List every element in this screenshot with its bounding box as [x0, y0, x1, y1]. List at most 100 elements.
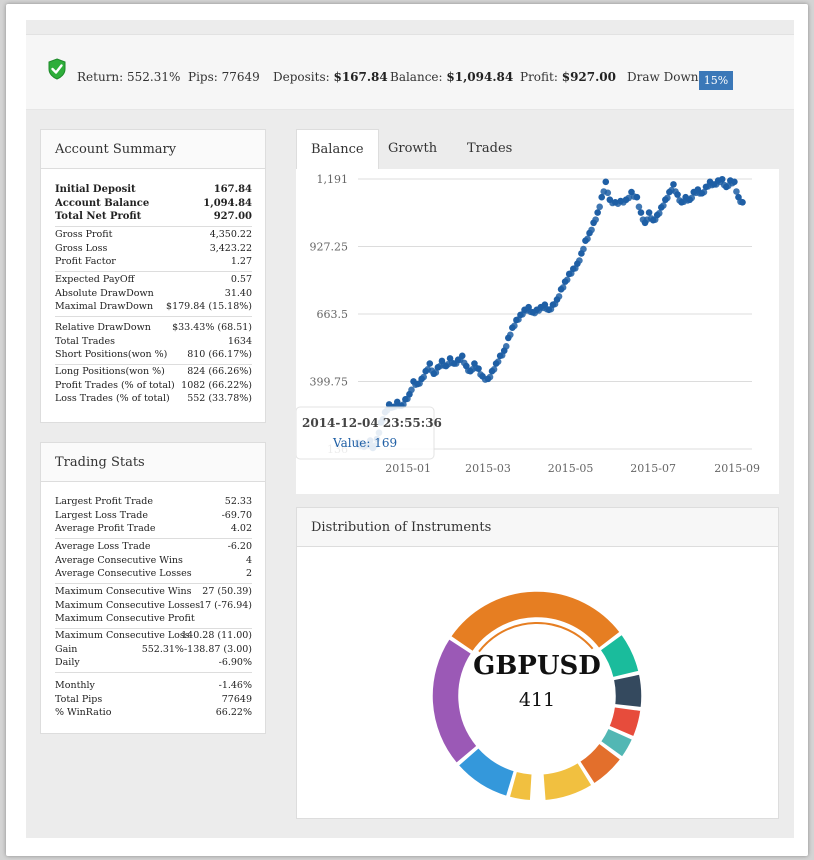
stat-value: -6.90% — [218, 657, 252, 668]
row-divider — [55, 270, 252, 272]
data-point — [739, 198, 746, 206]
donut-slice[interactable] — [539, 773, 544, 802]
stat-value: 31.40 — [224, 287, 252, 299]
row-divider — [55, 225, 252, 227]
data-point — [594, 209, 601, 216]
stat-label: Initial Deposit — [55, 184, 136, 195]
stat-label: Total Pips — [55, 693, 103, 705]
y-tick-label: 399.75 — [310, 376, 349, 389]
data-point — [670, 181, 677, 188]
stat-label: Absolute DrawDown — [55, 287, 154, 299]
return-stat: Return: 552.31% — [77, 70, 180, 84]
chart-tabs: Balance Growth Trades — [296, 129, 779, 169]
stat-row: Account Balance 1,094.84 — [55, 197, 252, 210]
data-point — [655, 209, 663, 217]
stat-value: 4 — [245, 554, 252, 566]
stat-row: Maximum Consecutive Losses 17 (-76.94) — [55, 599, 252, 612]
stat-value: 552 (33.78%) — [187, 393, 252, 404]
tab-balance[interactable]: Balance — [296, 129, 379, 169]
row-divider — [55, 671, 252, 673]
stat-value: 824 (66.26%) — [187, 366, 252, 377]
drawdown-badge: 15% — [699, 71, 733, 90]
data-point — [584, 235, 591, 243]
stat-label: Average Consecutive Losses — [55, 568, 192, 579]
stat-label: Maximum Consecutive Losses — [55, 599, 201, 611]
stat-row: Gain 552.31%-138.87 (3.00) — [55, 643, 252, 656]
x-tick-label: 2015-03 — [465, 462, 511, 475]
stat-row: Maximal DrawDown $179.84 (15.18%) — [55, 300, 252, 313]
profit-value: $927.00 — [561, 70, 617, 84]
x-tick-label: 2015-05 — [548, 462, 594, 475]
stat-value: 52.33 — [224, 496, 252, 507]
data-point — [486, 373, 494, 381]
stat-row: Initial Deposit 167.84 — [55, 183, 252, 196]
donut-center-value: 411 — [518, 689, 556, 711]
donut-slice[interactable] — [449, 590, 622, 653]
data-point — [507, 331, 514, 339]
donut-slice[interactable] — [535, 773, 538, 802]
stat-label: % WinRatio — [55, 707, 112, 718]
stat-value: 927.00 — [213, 211, 252, 222]
stat-value: 167.84 — [213, 184, 252, 195]
stat-label: Relative DrawDown — [55, 322, 151, 333]
stat-label: Gross Loss — [55, 242, 108, 254]
row-divider — [55, 537, 252, 539]
stat-row: Absolute DrawDown 31.40 — [55, 287, 252, 300]
data-point — [490, 366, 498, 373]
data-point — [633, 193, 641, 201]
stat-value: -6.20 — [227, 541, 252, 552]
profit-label: Profit: — [520, 70, 558, 84]
data-point — [602, 178, 610, 186]
stat-value: 1.27 — [230, 256, 252, 267]
stat-row: Largest Profit Trade 52.33 — [55, 495, 252, 508]
tooltip-value: Value: 169 — [332, 436, 397, 450]
stat-label: Maximum Consecutive Profit — [55, 613, 195, 624]
deposits-value: $167.84 — [333, 70, 388, 84]
stat-value: 4,350.22 — [209, 229, 252, 240]
tab-trades[interactable]: Trades — [453, 129, 526, 169]
stat-value: 1634 — [227, 335, 252, 347]
stat-row: Relative DrawDown $33.43% (68.51) — [55, 321, 252, 334]
balance-chart-svg: 136399.75663.5927.251,1912015-012015-032… — [296, 173, 760, 475]
data-point — [718, 175, 726, 183]
stat-value: 4.02 — [230, 523, 252, 534]
y-tick-label: 1,191 — [317, 173, 349, 186]
stat-row: Monthly -1.46% — [55, 679, 252, 692]
data-point — [635, 203, 643, 211]
check-shield-icon — [48, 58, 66, 80]
profit-stat: Profit: $927.00 — [520, 70, 616, 84]
data-point — [494, 358, 502, 365]
data-point — [660, 202, 667, 209]
instrument-donut-chart — [431, 590, 643, 802]
stat-label: Profit Factor — [55, 256, 116, 267]
stat-label: Total Trades — [55, 335, 115, 347]
stat-label: Total Net Profit — [55, 211, 142, 222]
stat-label: Long Positions(won %) — [55, 366, 165, 377]
stat-row: Maximum Consecutive Loss 140.28 (11.00) — [55, 629, 252, 642]
data-point — [563, 276, 571, 284]
data-point — [588, 226, 595, 234]
donut-slice[interactable] — [537, 773, 541, 802]
data-point — [688, 194, 696, 202]
stat-label: Average Consecutive Wins — [55, 554, 183, 566]
stat-row: Daily -6.90% — [55, 656, 252, 669]
stat-value: -69.70 — [221, 509, 252, 521]
tab-growth[interactable]: Growth — [374, 129, 451, 169]
x-tick-label: 2015-07 — [630, 462, 676, 475]
stat-value: 17 (-76.94) — [199, 599, 252, 611]
stat-row: Profit Trades (% of total) 1082 (66.22%) — [55, 379, 252, 392]
x-tick-label: 2015-09 — [714, 462, 760, 475]
data-point — [674, 191, 681, 198]
stat-row: Maximum Consecutive Wins 27 (50.39) — [55, 585, 252, 598]
deposits-stat: Deposits: $167.84 — [273, 70, 388, 84]
y-tick-label: 663.5 — [317, 308, 349, 321]
donut-slice[interactable] — [532, 773, 536, 802]
stat-row: Total Net Profit 927.00 — [55, 210, 252, 223]
stat-row: Maximum Consecutive Profit — [55, 612, 252, 625]
stat-row: Total Pips 77649 — [55, 693, 252, 706]
stat-label: Gross Profit — [55, 229, 113, 240]
stat-value: 552.31%-138.87 (3.00) — [141, 643, 252, 655]
stat-label: Largest Profit Trade — [55, 496, 154, 507]
distribution-panel: Distribution of Instruments GBPUSD 411 — [296, 507, 779, 819]
stat-label: Profit Trades (% of total) — [55, 379, 175, 391]
